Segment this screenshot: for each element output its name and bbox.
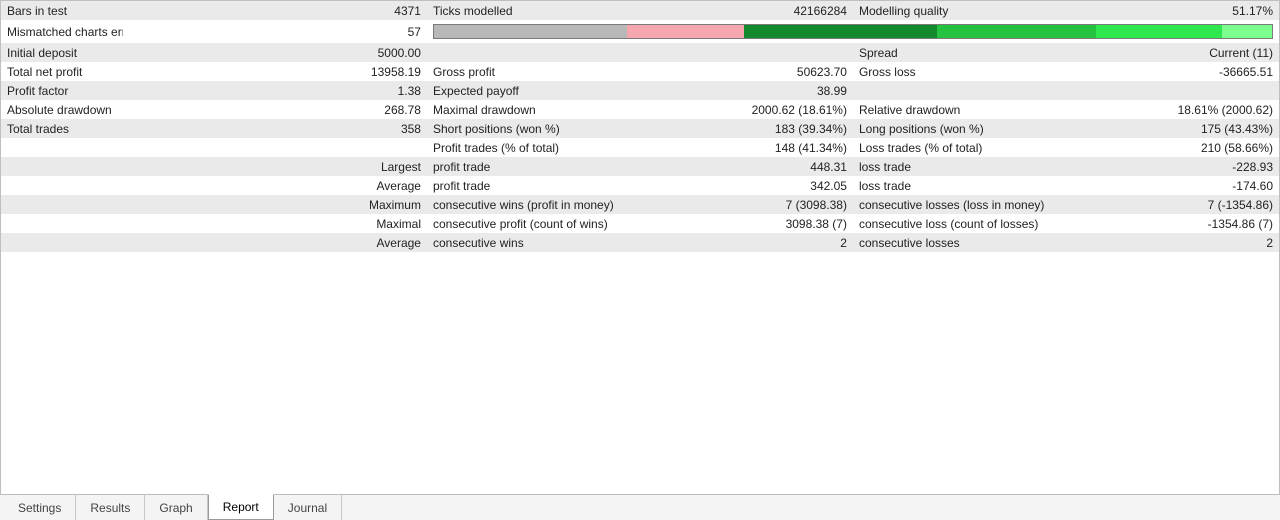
row-total-trades: Total trades 358 Short positions (won %)…: [1, 119, 1279, 138]
tab-settings[interactable]: Settings: [4, 495, 76, 520]
short-positions-label: Short positions (won %): [427, 119, 650, 138]
average-loss-label: loss trade: [853, 176, 1076, 195]
row-maximal: Maximal consecutive profit (count of win…: [1, 214, 1279, 233]
maximal-loss-value: -1354.86 (7): [1076, 214, 1279, 233]
maximum-profit-value: 7 (3098.38): [650, 195, 853, 214]
total-trades-label: Total trades: [1, 119, 123, 138]
gross-profit-value: 50623.70: [650, 62, 853, 81]
initial-deposit-label: Initial deposit: [1, 43, 123, 62]
tab-report[interactable]: Report: [208, 494, 274, 520]
average2-loss-label: consecutive losses: [853, 233, 1076, 252]
tab-results[interactable]: Results: [76, 495, 145, 520]
quality-bar-seg-4: [1096, 25, 1222, 38]
total-trades-value: 358: [123, 119, 427, 138]
long-positions-label: Long positions (won %): [853, 119, 1076, 138]
maximal-loss-label: consecutive loss (count of losses): [853, 214, 1076, 233]
modelling-quality-bar: [433, 24, 1273, 39]
row-average-consecutive: Average consecutive wins 2 consecutive l…: [1, 233, 1279, 252]
modelling-quality-value: 51.17%: [1076, 1, 1279, 20]
profit-factor-label: Profit factor: [1, 81, 123, 100]
average-loss-value: -174.60: [1076, 176, 1279, 195]
average-profit-value: 342.05: [650, 176, 853, 195]
gross-loss-label: Gross loss: [853, 62, 1076, 81]
total-net-profit-label: Total net profit: [1, 62, 123, 81]
relative-dd-label: Relative drawdown: [853, 100, 1076, 119]
maximum-loss-value: 7 (-1354.86): [1076, 195, 1279, 214]
row-bars-ticks-quality: Bars in test 4371 Ticks modelled 4216628…: [1, 1, 1279, 20]
modelling-quality-label: Modelling quality: [853, 1, 1076, 20]
ticks-modelled-value: 42166284: [650, 1, 853, 20]
row-net-gross-profit-loss: Total net profit 13958.19 Gross profit 5…: [1, 62, 1279, 81]
relative-dd-value: 18.61% (2000.62): [1076, 100, 1279, 119]
average-profit-label: profit trade: [427, 176, 650, 195]
maximal-rowlabel: Maximal: [123, 214, 427, 233]
row-mismatched-quality-bar: Mismatched charts errors 57: [1, 20, 1279, 43]
largest-rowlabel: Largest: [123, 157, 427, 176]
row-drawdowns: Absolute drawdown 268.78 Maximal drawdow…: [1, 100, 1279, 119]
quality-bar-seg-3: [937, 25, 1096, 38]
average2-profit-value: 2: [650, 233, 853, 252]
average-rowlabel: Average: [123, 176, 427, 195]
profit-factor-value: 1.38: [123, 81, 427, 100]
quality-bar-seg-1: [627, 25, 744, 38]
gross-profit-label: Gross profit: [427, 62, 650, 81]
maximum-profit-label: consecutive wins (profit in money): [427, 195, 650, 214]
bars-in-test-value: 4371: [123, 1, 427, 20]
short-positions-value: 183 (39.34%): [650, 119, 853, 138]
maximum-loss-label: consecutive losses (loss in money): [853, 195, 1076, 214]
ticks-modelled-label: Ticks modelled: [427, 1, 650, 20]
average2-loss-value: 2: [1076, 233, 1279, 252]
largest-profit-value: 448.31: [650, 157, 853, 176]
mismatched-errors-value: 57: [123, 20, 427, 43]
long-positions-value: 175 (43.43%): [1076, 119, 1279, 138]
maximal-profit-label: consecutive profit (count of wins): [427, 214, 650, 233]
spread-label: Spread: [853, 43, 1076, 62]
quality-bar-seg-5: [1222, 25, 1272, 38]
bottom-tab-strip: Settings Results Graph Report Journal: [0, 494, 1280, 520]
row-average-trade: Average profit trade 342.05 loss trade -…: [1, 176, 1279, 195]
row-profit-factor: Profit factor 1.38 Expected payoff 38.99: [1, 81, 1279, 100]
report-panel: Bars in test 4371 Ticks modelled 4216628…: [0, 0, 1280, 495]
quality-bar-seg-0: [434, 25, 627, 38]
row-largest: Largest profit trade 448.31 loss trade -…: [1, 157, 1279, 176]
row-initial-deposit: Initial deposit 5000.00 Spread Current (…: [1, 43, 1279, 62]
maximum-rowlabel: Maximum: [123, 195, 427, 214]
expected-payoff-label: Expected payoff: [427, 81, 650, 100]
average2-rowlabel: Average: [123, 233, 427, 252]
absolute-dd-label: Absolute drawdown: [1, 100, 123, 119]
absolute-dd-value: 268.78: [123, 100, 427, 119]
tab-graph[interactable]: Graph: [145, 495, 207, 520]
quality-bar-seg-2: [744, 25, 937, 38]
tab-journal[interactable]: Journal: [274, 495, 342, 520]
largest-loss-value: -228.93: [1076, 157, 1279, 176]
mismatched-errors-label: Mismatched charts errors: [1, 20, 123, 43]
row-profit-loss-trades: Profit trades (% of total) 148 (41.34%) …: [1, 138, 1279, 157]
largest-loss-label: loss trade: [853, 157, 1076, 176]
row-maximum: Maximum consecutive wins (profit in mone…: [1, 195, 1279, 214]
profit-trades-label: Profit trades (% of total): [427, 138, 650, 157]
report-table: Bars in test 4371 Ticks modelled 4216628…: [1, 1, 1279, 252]
initial-deposit-value: 5000.00: [123, 43, 427, 62]
loss-trades-value: 210 (58.66%): [1076, 138, 1279, 157]
maximal-profit-value: 3098.38 (7): [650, 214, 853, 233]
spread-value: Current (11): [1076, 43, 1279, 62]
gross-loss-value: -36665.51: [1076, 62, 1279, 81]
largest-profit-label: profit trade: [427, 157, 650, 176]
total-net-profit-value: 13958.19: [123, 62, 427, 81]
maximal-dd-label: Maximal drawdown: [427, 100, 650, 119]
expected-payoff-value: 38.99: [650, 81, 853, 100]
maximal-dd-value: 2000.62 (18.61%): [650, 100, 853, 119]
bars-in-test-label: Bars in test: [1, 1, 123, 20]
loss-trades-label: Loss trades (% of total): [853, 138, 1076, 157]
average2-profit-label: consecutive wins: [427, 233, 650, 252]
profit-trades-value: 148 (41.34%): [650, 138, 853, 157]
